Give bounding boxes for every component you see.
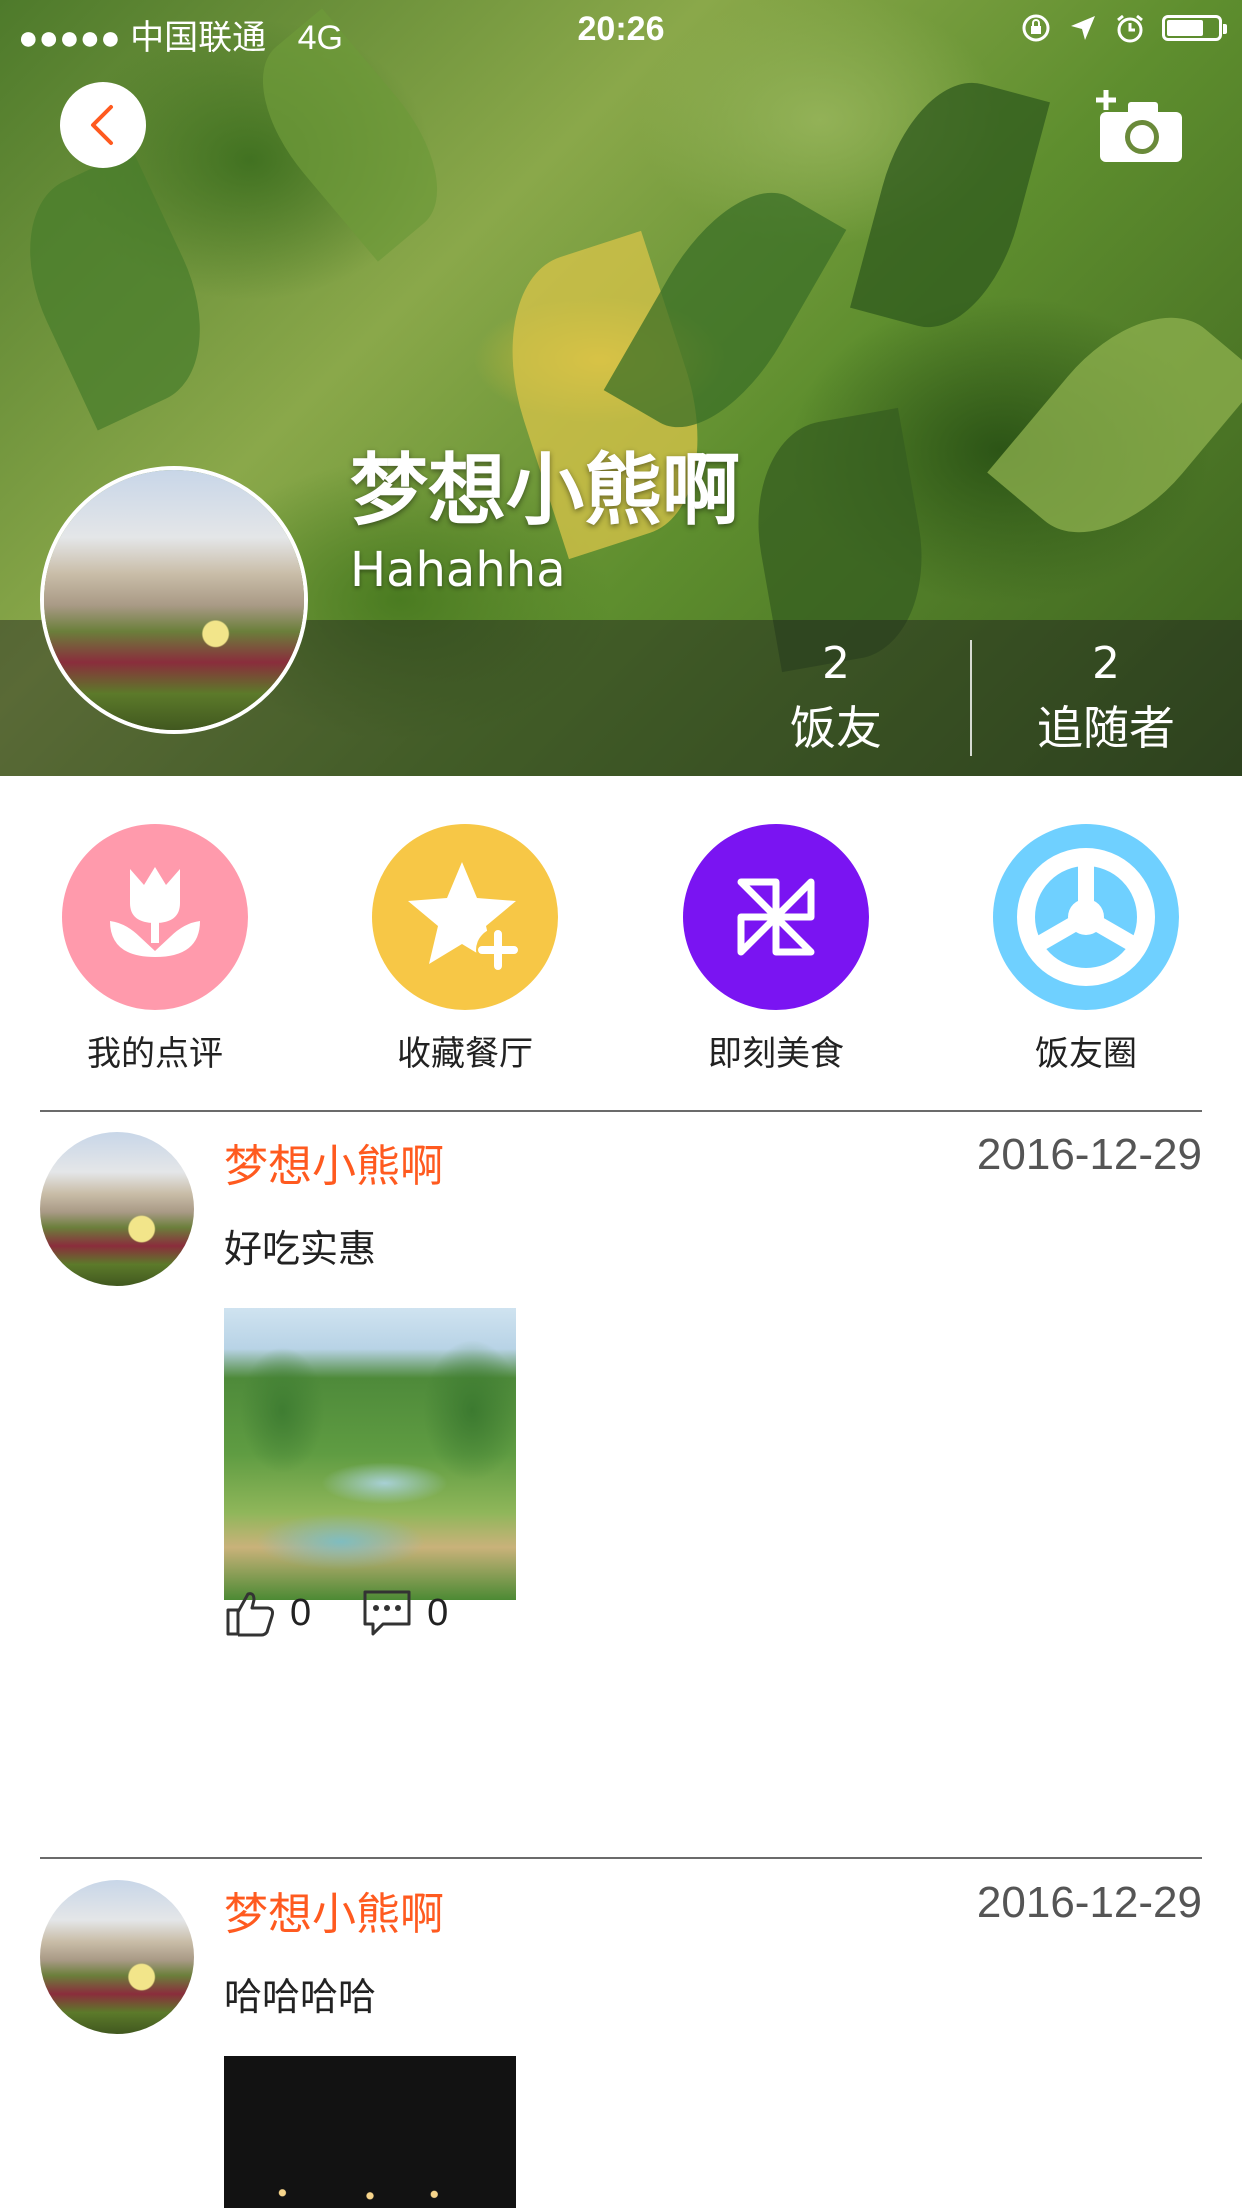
chevron-left-icon (91, 105, 113, 145)
post-author[interactable]: 梦想小熊啊 (224, 1130, 444, 1194)
profile-avatar[interactable] (40, 466, 308, 734)
comment-button[interactable]: 0 (361, 1588, 448, 1638)
battery-icon (1162, 15, 1227, 41)
shortcut-label: 即刻美食 (708, 1034, 844, 1074)
post-text: 哈哈哈哈 (224, 1975, 377, 2019)
comment-count: 0 (427, 1591, 449, 1634)
post-date: 2016-12-29 (976, 1878, 1202, 1927)
like-count: 0 (290, 1591, 312, 1634)
profile-name: 梦想小熊啊 (350, 446, 741, 536)
post-photo[interactable] (224, 2056, 516, 2208)
pinwheel-icon (737, 878, 815, 956)
post-item[interactable]: 梦想小熊啊 2016-12-29 好吃实惠 0 0 (0, 1110, 1242, 1858)
background-leaf (0, 149, 234, 431)
alarm-icon (1117, 14, 1143, 43)
shortcut-label: 我的点评 (87, 1034, 223, 1074)
battery-level (1167, 20, 1204, 36)
valley-photo (224, 1308, 516, 1600)
location-icon (1071, 16, 1095, 40)
comment-icon (363, 1590, 411, 1636)
stat-friends[interactable]: 2 饭友 (736, 638, 936, 758)
post-item[interactable]: 梦想小熊啊 2016-12-29 哈哈哈哈 (0, 1858, 1242, 2208)
avatar-image (44, 470, 304, 730)
stat-followers-count: 2 (1092, 638, 1120, 689)
change-cover-button[interactable] (1094, 88, 1186, 166)
post-text: 好吃实惠 (224, 1227, 377, 1271)
shortcut-icon-circle (993, 824, 1179, 1010)
post-author[interactable]: 梦想小熊啊 (224, 1878, 444, 1942)
stat-followers[interactable]: 2 追随者 (1006, 638, 1206, 758)
avatar-image (40, 1132, 194, 1286)
shortcut-label: 收藏餐厅 (397, 1034, 533, 1074)
like-button[interactable]: 0 (224, 1588, 311, 1638)
background-leaf (850, 66, 1050, 344)
post-actions: 0 0 (224, 1588, 498, 1638)
shortcut-label: 饭友圈 (1035, 1034, 1137, 1074)
night-photo (224, 2056, 516, 2208)
shortcut-icon-circle (62, 824, 248, 1010)
shortcut-icon-circle (372, 824, 558, 1010)
avatar-image (40, 1880, 194, 2034)
stat-followers-label: 追随者 (1037, 701, 1175, 755)
status-icons (1020, 12, 1227, 44)
stat-friends-count: 2 (822, 638, 850, 689)
background-leaf (987, 281, 1242, 569)
shortcut-saved-restaurants[interactable]: 收藏餐厅 (355, 824, 575, 1075)
tulip-icon (110, 867, 200, 957)
shortcut-my-reviews[interactable]: 我的点评 (45, 824, 265, 1075)
shortcut-friend-circle[interactable]: 饭友圈 (976, 824, 1196, 1075)
camera-add-icon (1096, 90, 1182, 162)
stat-friends-label: 饭友 (790, 701, 882, 755)
post-photo[interactable] (224, 1308, 516, 1600)
wheel-icon (1017, 848, 1155, 986)
profile-header: ●●●●● 中国联通 4G 20:26 梦想小熊啊 Hahahha 2 饭友 2… (0, 0, 1242, 776)
post-avatar[interactable] (40, 1132, 194, 1286)
stat-divider (970, 640, 972, 756)
post-date: 2016-12-29 (976, 1130, 1202, 1179)
thumbs-up-icon (226, 1592, 274, 1637)
post-avatar[interactable] (40, 1880, 194, 2034)
back-button[interactable] (60, 82, 146, 168)
profile-bio: Hahahha (350, 542, 566, 598)
status-bar: ●●●●● 中国联通 4G 20:26 (0, 0, 1242, 60)
shortcut-icon-circle (683, 824, 869, 1010)
star-plus-icon (408, 862, 520, 972)
rotation-lock-icon (1022, 14, 1050, 42)
shortcut-instant-food[interactable]: 即刻美食 (666, 824, 886, 1075)
